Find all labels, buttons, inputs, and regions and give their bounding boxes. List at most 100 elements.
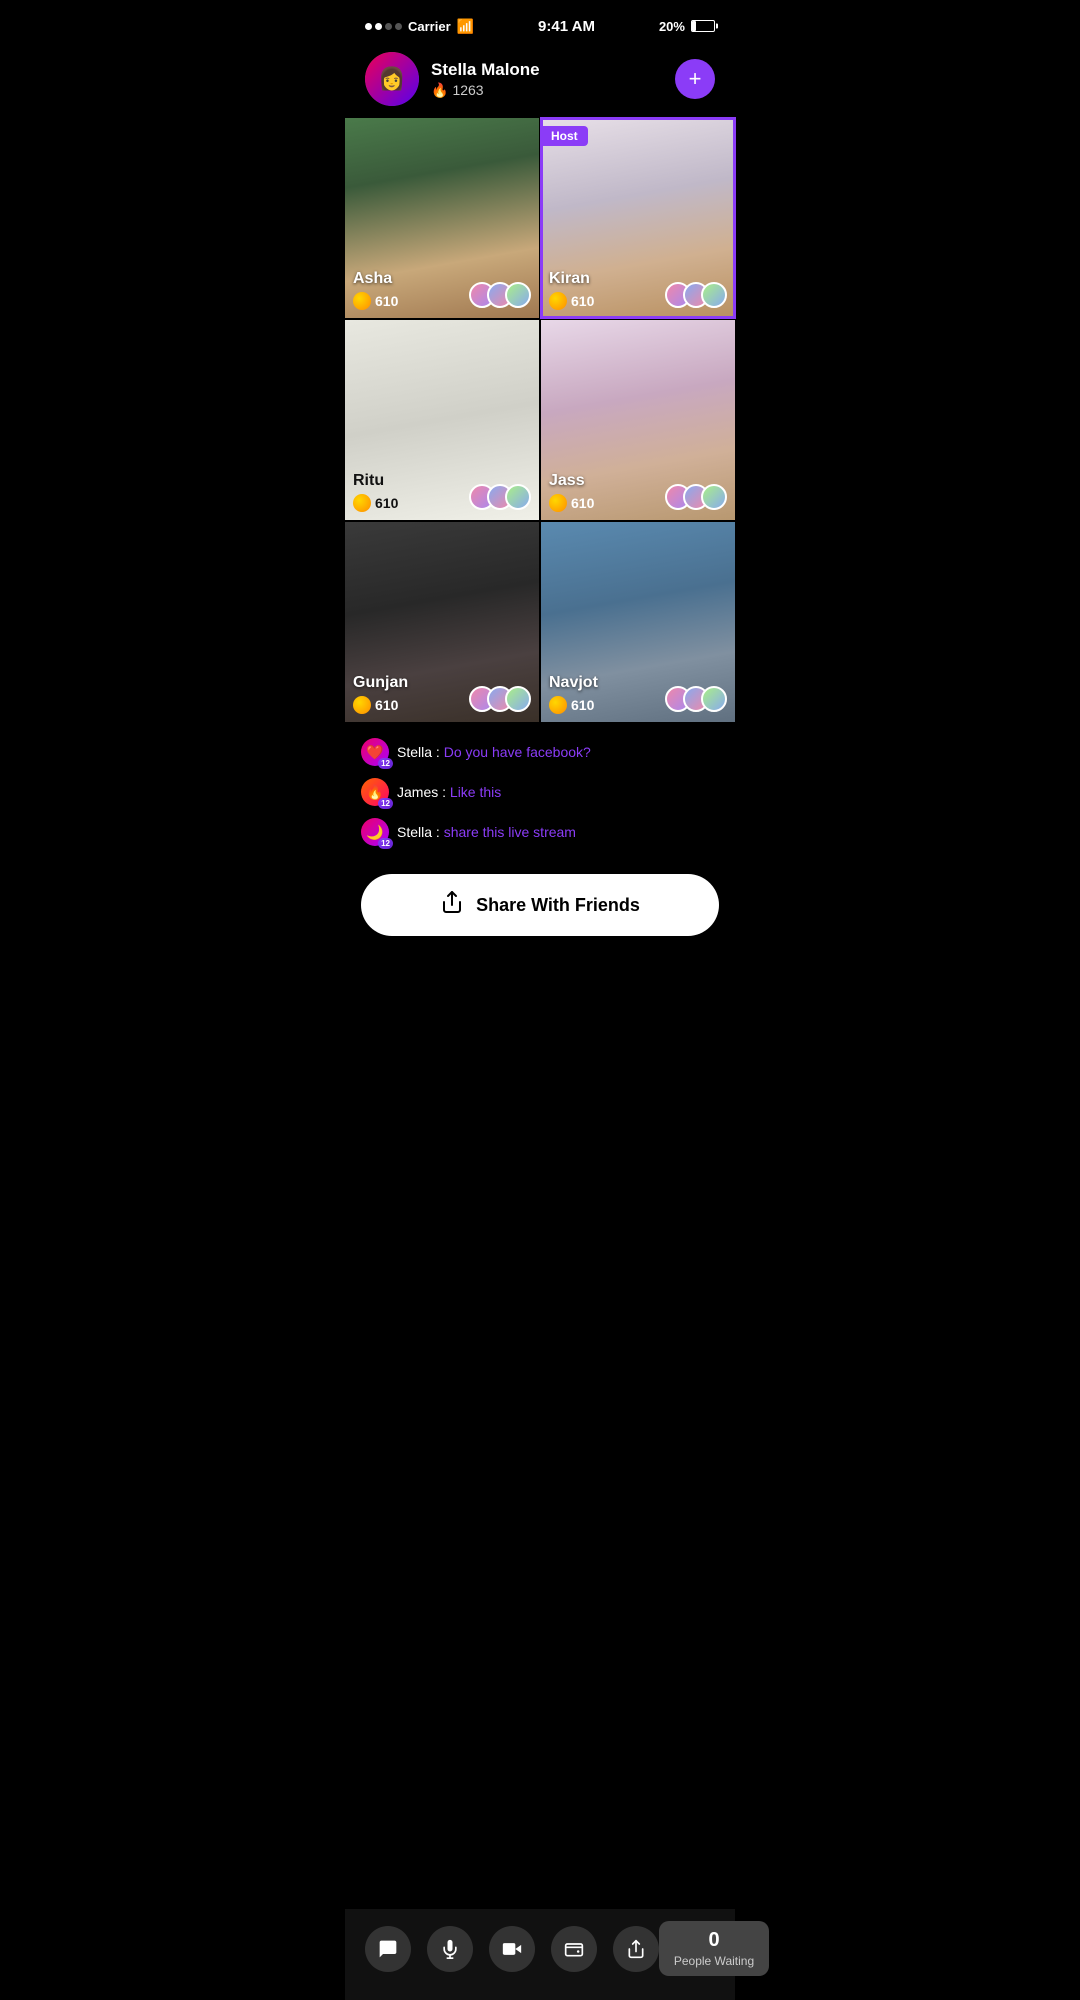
chat-message-1: ❤️ 12 Stella : Do you have facebook? xyxy=(361,738,719,766)
bottom-bar: 0 People Waiting xyxy=(345,1909,735,2000)
mini-avatar-3 xyxy=(505,686,531,712)
coin-icon xyxy=(549,494,567,512)
mini-avatar-3 xyxy=(701,686,727,712)
flame-icon: 🔥 xyxy=(431,82,448,99)
chat-content-3: share this live stream xyxy=(444,824,576,840)
video-info-gunjan: Gunjan 610 xyxy=(353,674,408,714)
video-info-kiran: Kiran 610 xyxy=(549,270,594,310)
video-cell-gunjan[interactable]: Gunjan 610 xyxy=(345,522,539,722)
chat-message-3: 🌙 12 Stella : share this live stream xyxy=(361,818,719,846)
bottom-icons xyxy=(365,1926,659,1972)
chat-level-badge: 12 xyxy=(378,758,393,769)
video-coins-navjot: 610 xyxy=(549,696,598,714)
chat-content-1: Do you have facebook? xyxy=(444,744,591,760)
chat-avatar-stella-2: 🌙 12 xyxy=(361,818,389,846)
video-coins-ritu: 610 xyxy=(353,494,398,512)
signal-dot-1 xyxy=(365,23,372,30)
people-waiting-label: People Waiting xyxy=(673,1954,755,1968)
share-icon xyxy=(440,890,464,920)
coins-value-jass: 610 xyxy=(571,495,594,511)
share-icon-button[interactable] xyxy=(613,1926,659,1972)
coins-value-navjot: 610 xyxy=(571,697,594,713)
mini-avatar-3 xyxy=(505,484,531,510)
coin-icon xyxy=(353,696,371,714)
video-info-asha: Asha 610 xyxy=(353,270,398,310)
video-info-jass: Jass 610 xyxy=(549,472,594,512)
video-info-navjot: Navjot 610 xyxy=(549,674,598,714)
status-right: 20% xyxy=(659,19,715,34)
profile-score: 🔥 1263 xyxy=(431,82,663,99)
people-waiting-panel: 0 People Waiting xyxy=(659,1921,769,1976)
video-avatars-jass xyxy=(665,484,727,510)
status-left: Carrier 📶 xyxy=(365,18,474,35)
status-bar: Carrier 📶 9:41 AM 20% xyxy=(345,0,735,44)
signal-dot-3 xyxy=(385,23,392,30)
mini-avatar-3 xyxy=(701,484,727,510)
profile-info: Stella Malone 🔥 1263 xyxy=(431,60,663,99)
video-info-ritu: Ritu 610 xyxy=(353,472,398,512)
coin-icon xyxy=(353,292,371,310)
chat-section: ❤️ 12 Stella : Do you have facebook? 🔥 1… xyxy=(345,722,735,866)
video-coins-gunjan: 610 xyxy=(353,696,408,714)
chat-text-3: Stella : share this live stream xyxy=(397,824,576,840)
chat-content-2: Like this xyxy=(450,784,501,800)
people-waiting-count: 0 xyxy=(673,1929,755,1952)
battery-percent: 20% xyxy=(659,19,685,34)
chat-username-james: James : xyxy=(397,784,450,800)
video-button[interactable] xyxy=(489,1926,535,1972)
coin-icon xyxy=(549,292,567,310)
status-time: 9:41 AM xyxy=(538,18,595,35)
mini-avatar-3 xyxy=(505,282,531,308)
video-name-jass: Jass xyxy=(549,472,594,490)
carrier-label: Carrier xyxy=(408,19,451,34)
add-button[interactable]: + xyxy=(675,59,715,99)
chat-button[interactable] xyxy=(365,1926,411,1972)
video-coins-jass: 610 xyxy=(549,494,594,512)
video-coins-kiran: 610 xyxy=(549,292,594,310)
video-name-gunjan: Gunjan xyxy=(353,674,408,692)
chat-text-1: Stella : Do you have facebook? xyxy=(397,744,591,760)
chat-message-2: 🔥 12 James : Like this xyxy=(361,778,719,806)
chat-username-stella-2: Stella : xyxy=(397,824,444,840)
chat-avatar-james: 🔥 12 xyxy=(361,778,389,806)
wifi-icon: 📶 xyxy=(457,18,474,35)
coin-icon xyxy=(353,494,371,512)
profile-name: Stella Malone xyxy=(431,60,663,80)
chat-level-badge: 12 xyxy=(378,838,393,849)
share-section: Share With Friends xyxy=(345,866,735,952)
battery-icon xyxy=(691,20,715,32)
video-cell-kiran[interactable]: Host Kiran 610 xyxy=(541,118,735,318)
host-badge: Host xyxy=(541,126,588,146)
score-value: 1263 xyxy=(452,82,483,98)
video-cell-navjot[interactable]: Navjot 610 xyxy=(541,522,735,722)
avatar-image: 👩 xyxy=(365,52,419,106)
video-grid: Asha 610 Host Kiran 610 xyxy=(345,118,735,722)
video-name-asha: Asha xyxy=(353,270,398,288)
coin-icon xyxy=(549,696,567,714)
signal-dot-4 xyxy=(395,23,402,30)
signal-dot-2 xyxy=(375,23,382,30)
coins-value-gunjan: 610 xyxy=(375,697,398,713)
signal-dots xyxy=(365,23,402,30)
video-avatars-kiran xyxy=(665,282,727,308)
video-name-ritu: Ritu xyxy=(353,472,398,490)
coins-value-kiran: 610 xyxy=(571,293,594,309)
video-cell-jass[interactable]: Jass 610 xyxy=(541,320,735,520)
chat-avatar-stella-1: ❤️ 12 xyxy=(361,738,389,766)
profile-header: 👩 Stella Malone 🔥 1263 + xyxy=(345,44,735,118)
mini-avatar-3 xyxy=(701,282,727,308)
video-avatars-ritu xyxy=(469,484,531,510)
video-avatars-asha xyxy=(469,282,531,308)
chat-username-stella: Stella : xyxy=(397,744,444,760)
video-cell-ritu[interactable]: Ritu 610 xyxy=(345,320,539,520)
chat-level-badge: 12 xyxy=(378,798,393,809)
share-with-friends-button[interactable]: Share With Friends xyxy=(361,874,719,936)
avatar: 👩 xyxy=(365,52,419,106)
coins-value-ritu: 610 xyxy=(375,495,398,511)
mic-button[interactable] xyxy=(427,1926,473,1972)
video-cell-asha[interactable]: Asha 610 xyxy=(345,118,539,318)
video-name-kiran: Kiran xyxy=(549,270,594,288)
wallet-button[interactable] xyxy=(551,1926,597,1972)
video-coins-asha: 610 xyxy=(353,292,398,310)
coins-value-asha: 610 xyxy=(375,293,398,309)
